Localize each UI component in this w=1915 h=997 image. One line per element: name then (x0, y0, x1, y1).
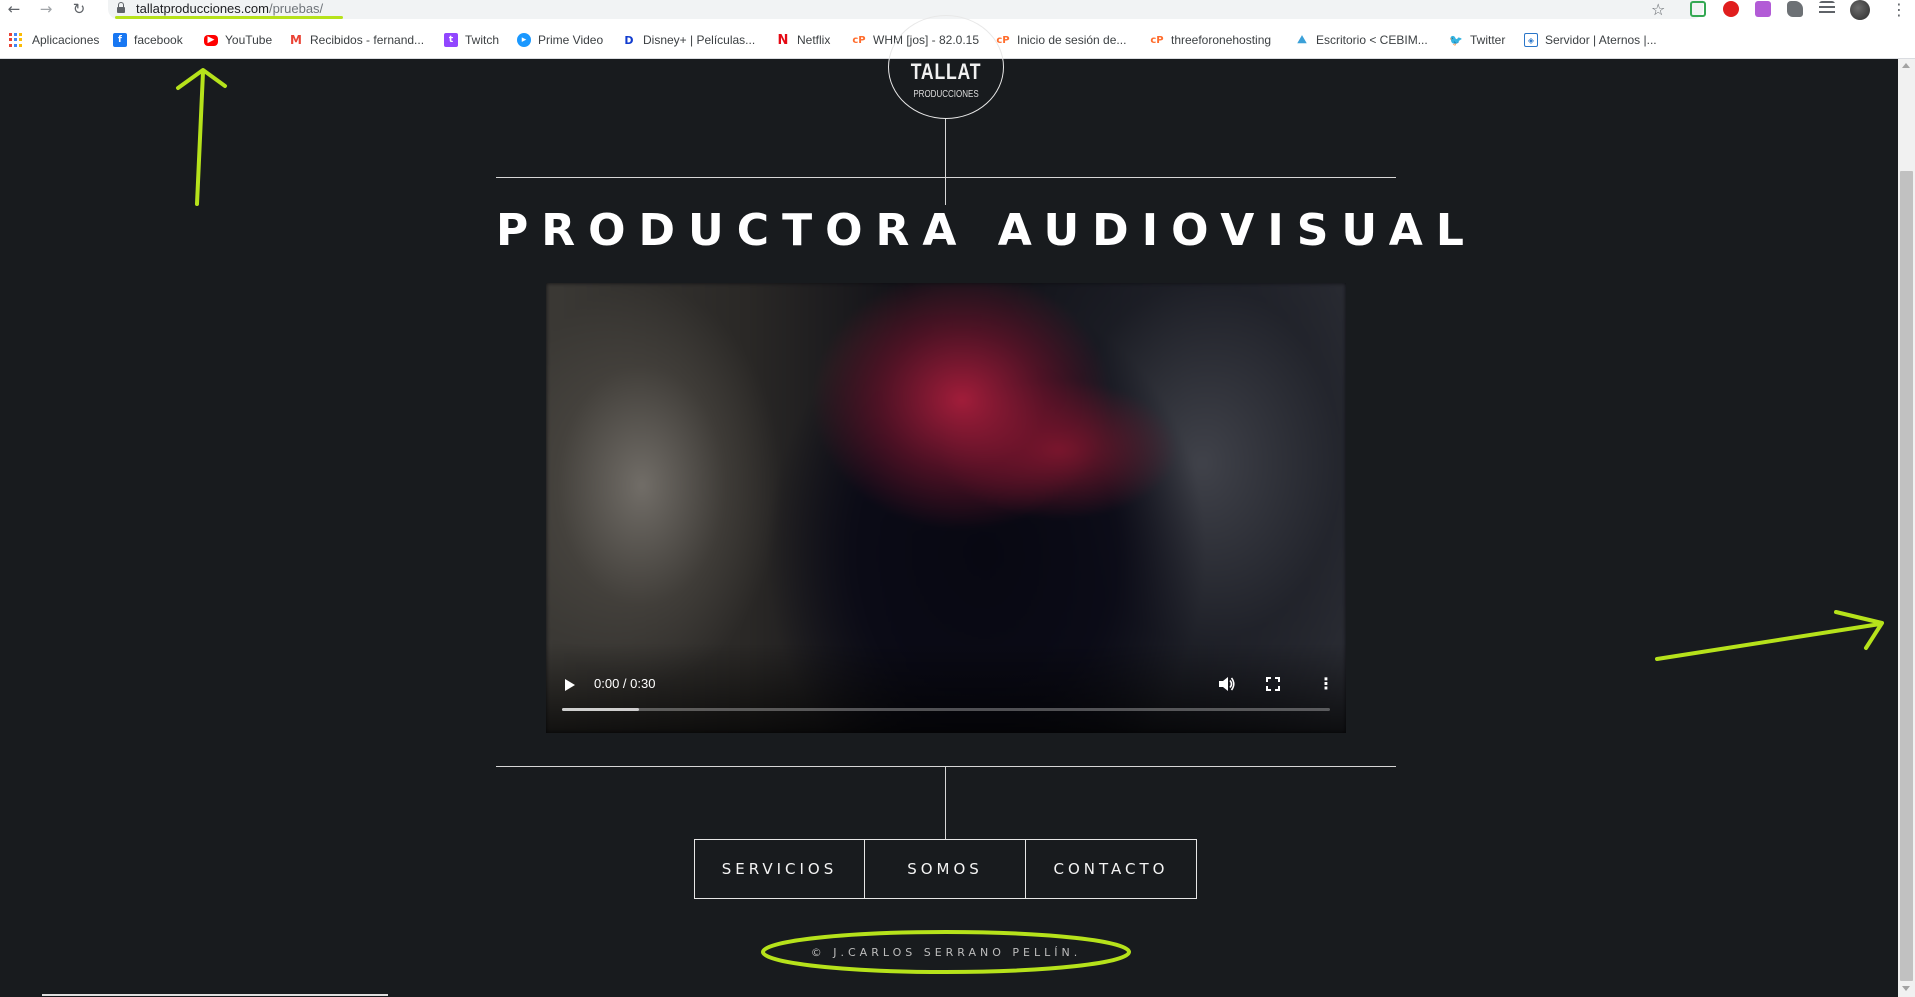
bookmark-youtube[interactable]: ▶ YouTube (204, 31, 272, 49)
extension-mail-icon[interactable] (1755, 1, 1771, 17)
scroll-down-icon[interactable] (1902, 986, 1910, 991)
site-icon: ⛰ (1297, 33, 1307, 46)
prime-video-icon: ▸ (517, 33, 531, 47)
bookmark-apps[interactable]: Aplicaciones (9, 31, 99, 49)
page-title: PRODUCTORA AUDIOVISUAL (496, 205, 1477, 256)
extension-green-icon[interactable] (1690, 1, 1706, 17)
bookmark-label: Escritorio < CEBIM... (1316, 33, 1428, 47)
bookmark-label: YouTube (225, 33, 273, 47)
nav-servicios[interactable]: SERVICIOS (695, 840, 865, 898)
netflix-icon: N (777, 32, 789, 48)
scrollbar-thumb[interactable] (1900, 171, 1913, 981)
aternos-icon: ◈ (1524, 33, 1538, 47)
cpanel-icon: cP (852, 34, 866, 46)
bookmark-label: Aplicaciones (32, 33, 100, 47)
copyright-text: © J.CARLOS SERRANO PELLÍN. (810, 946, 1082, 959)
main-nav: SERVICIOS SOMOS CONTACTO (694, 839, 1197, 899)
fullscreen-icon[interactable] (1266, 677, 1280, 691)
bookmark-label: threeforonehosting (1171, 33, 1272, 47)
reload-icon[interactable]: ↻ (71, 1, 87, 17)
scroll-up-icon[interactable] (1902, 63, 1910, 68)
play-icon[interactable] (565, 679, 575, 691)
bookmark-threeforonehosting[interactable]: cP threeforonehosting (1150, 31, 1271, 49)
bookmark-facebook[interactable]: f facebook (113, 31, 183, 49)
bookmark-netflix[interactable]: N Netflix (776, 31, 831, 49)
divider-vertical-top (945, 119, 946, 205)
gmail-icon: M (290, 33, 302, 47)
video-more-icon[interactable]: ⋮ (1318, 675, 1334, 693)
logo-subtitle: PRODUCCIONES (913, 89, 979, 100)
bookmark-prime-video[interactable]: ▸ Prime Video (517, 31, 603, 49)
address-bar[interactable] (108, 0, 1703, 19)
bookmark-inicio-sesion[interactable]: cP Inicio de sesión de... (996, 31, 1126, 49)
avatar[interactable] (1850, 0, 1870, 20)
url-host: tallatproducciones.com (136, 1, 269, 16)
bookmark-label: facebook (134, 33, 183, 47)
bookmark-twitter[interactable]: 🐦 Twitter (1449, 31, 1505, 49)
nav-somos[interactable]: SOMOS (865, 840, 1026, 898)
video-progress-track[interactable] (562, 708, 1330, 711)
bookmark-gmail[interactable]: M Recibidos - fernand... (289, 31, 424, 49)
youtube-icon: ▶ (204, 34, 218, 46)
url-text[interactable]: tallatproducciones.com/pruebas/ (136, 2, 323, 16)
extensions-puzzle-icon[interactable] (1787, 1, 1803, 17)
back-icon[interactable]: ← (6, 1, 22, 17)
bookmark-disney-plus[interactable]: D Disney+ | Películas... (622, 31, 755, 49)
url-path: /pruebas/ (268, 1, 324, 16)
media-queue-icon[interactable] (1819, 1, 1835, 17)
page-scrollbar[interactable] (1898, 59, 1915, 997)
divider-horizontal-bottom (496, 766, 1396, 767)
bookmark-label: Netflix (797, 33, 831, 47)
divider-horizontal-top (496, 177, 1396, 178)
bookmark-label: Twitter (1470, 33, 1506, 47)
bottom-progress-bar (42, 994, 388, 996)
bookmark-label: Inicio de sesión de... (1017, 33, 1127, 47)
bookmark-label: Disney+ | Películas... (643, 33, 756, 47)
lock-icon (117, 2, 125, 13)
disney-plus-icon: D (624, 33, 634, 47)
web-page: TALLAT PRODUCCIONES PRODUCTORA AUDIOVISU… (0, 15, 1898, 997)
bookmark-label: Prime Video (538, 33, 604, 47)
nav-contacto[interactable]: CONTACTO (1026, 840, 1196, 898)
star-icon[interactable]: ☆ (1651, 0, 1665, 19)
twitter-icon: 🐦 (1449, 33, 1463, 47)
bookmark-twitch[interactable]: t Twitch (444, 31, 499, 49)
forward-icon[interactable]: → (38, 1, 54, 17)
bookmark-escritorio[interactable]: ⛰ Escritorio < CEBIM... (1295, 31, 1428, 49)
bookmark-aternos[interactable]: ◈ Servidor | Aternos |... (1524, 31, 1657, 49)
bookmark-label: Twitch (465, 33, 500, 47)
volume-icon[interactable] (1218, 676, 1236, 692)
cpanel-icon: cP (1150, 34, 1164, 46)
site-logo[interactable]: TALLAT PRODUCCIONES (888, 15, 1004, 119)
kebab-icon[interactable]: ⋮ (1891, 0, 1907, 19)
twitch-icon: t (444, 33, 458, 47)
facebook-icon: f (113, 33, 127, 47)
video-buffer-bar (562, 708, 639, 711)
logo-title: TALLAT (910, 59, 982, 84)
video-time: 0:00 / 0:30 (594, 676, 656, 691)
bookmark-label: Servidor | Aternos |... (1545, 33, 1657, 47)
url-highlight-annotation (115, 16, 343, 19)
video-player[interactable]: 0:00 / 0:30 ⋮ (546, 283, 1346, 733)
bookmark-label: Recibidos - fernand... (310, 33, 425, 47)
browser-window: ← → ↻ tallatproducciones.com/pruebas/ ☆ … (0, 0, 1915, 997)
apps-grid-icon (9, 33, 23, 47)
extension-opera-icon[interactable] (1723, 1, 1739, 17)
divider-vertical-bottom (945, 766, 946, 839)
